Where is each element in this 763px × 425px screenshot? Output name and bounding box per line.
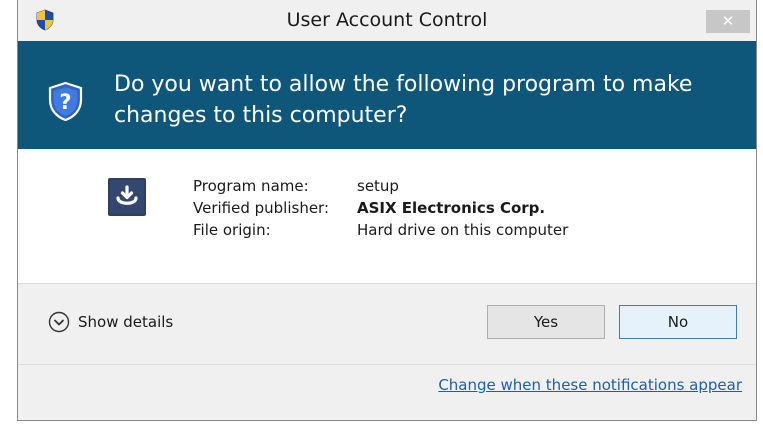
no-button[interactable]: No bbox=[619, 305, 737, 339]
file-origin-value: Hard drive on this computer bbox=[357, 221, 569, 239]
detail-row-program-name: Program name: setup bbox=[193, 175, 568, 197]
change-notifications-link[interactable]: Change when these notifications appear bbox=[438, 376, 742, 394]
setup-icon bbox=[108, 178, 146, 216]
yes-button[interactable]: Yes bbox=[487, 305, 605, 339]
detail-label: Program name: bbox=[193, 177, 309, 195]
svg-text:?: ? bbox=[59, 90, 71, 114]
detail-row-file-origin: File origin: Hard drive on this computer bbox=[193, 219, 568, 241]
question-header: ? Do you want to allow the following pro… bbox=[18, 41, 756, 149]
program-details: Program name: setup Verified publisher: AS… bbox=[193, 175, 568, 241]
show-details-toggle[interactable]: Show details bbox=[48, 309, 173, 335]
program-info-panel: Program name: setup Verified publisher: AS… bbox=[18, 149, 756, 284]
uac-dialog: User Account Control ✕ ? Do you want to … bbox=[17, 0, 757, 421]
detail-label: Verified publisher: bbox=[193, 199, 330, 217]
question-text: Do you want to allow the following progr… bbox=[114, 72, 693, 128]
detail-row-publisher: Verified publisher: ASIX Electronics Corp… bbox=[193, 197, 568, 219]
close-button[interactable]: ✕ bbox=[706, 10, 750, 33]
show-details-label: Show details bbox=[78, 313, 174, 331]
close-icon: ✕ bbox=[721, 12, 735, 30]
action-bar: Show details Yes No bbox=[18, 284, 756, 364]
help-shield-icon: ? bbox=[48, 81, 83, 121]
program-name-value: setup bbox=[357, 177, 399, 195]
divider bbox=[18, 364, 756, 365]
window-title: User Account Control bbox=[286, 9, 488, 31]
chevron-down-icon bbox=[48, 311, 70, 333]
title-bar: User Account Control ✕ bbox=[18, 0, 756, 41]
detail-label: File origin: bbox=[193, 221, 271, 239]
publisher-value: ASIX Electronics Corp. bbox=[357, 199, 546, 217]
